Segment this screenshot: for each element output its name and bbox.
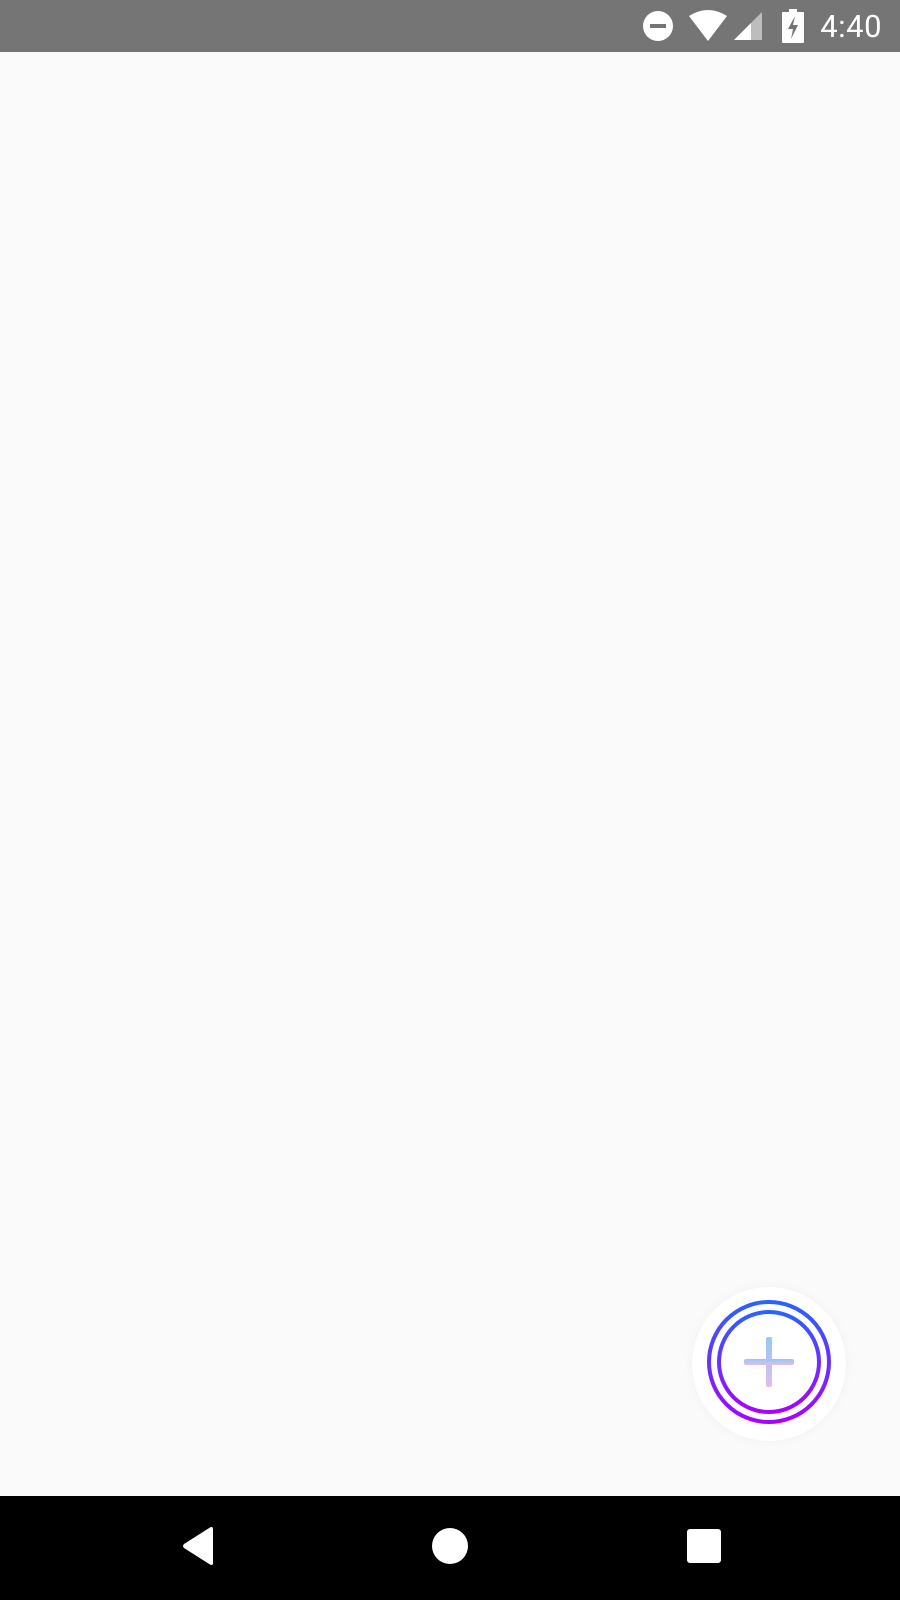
add-button[interactable] <box>692 1287 846 1441</box>
main-content <box>0 52 900 1496</box>
back-button[interactable] <box>139 1496 259 1600</box>
wifi-icon <box>688 10 728 42</box>
add-icon <box>704 1297 834 1431</box>
navigation-bar <box>0 1496 900 1600</box>
cellular-signal-icon <box>732 10 764 42</box>
status-bar: 4:40 <box>0 0 900 52</box>
home-icon <box>431 1527 469 1569</box>
back-icon <box>179 1526 219 1570</box>
home-button[interactable] <box>390 1496 510 1600</box>
battery-charging-icon <box>782 9 805 43</box>
recents-icon <box>687 1529 721 1567</box>
do-not-disturb-icon <box>642 10 674 42</box>
status-time: 4:40 <box>820 7 882 45</box>
recents-button[interactable] <box>644 1496 764 1600</box>
